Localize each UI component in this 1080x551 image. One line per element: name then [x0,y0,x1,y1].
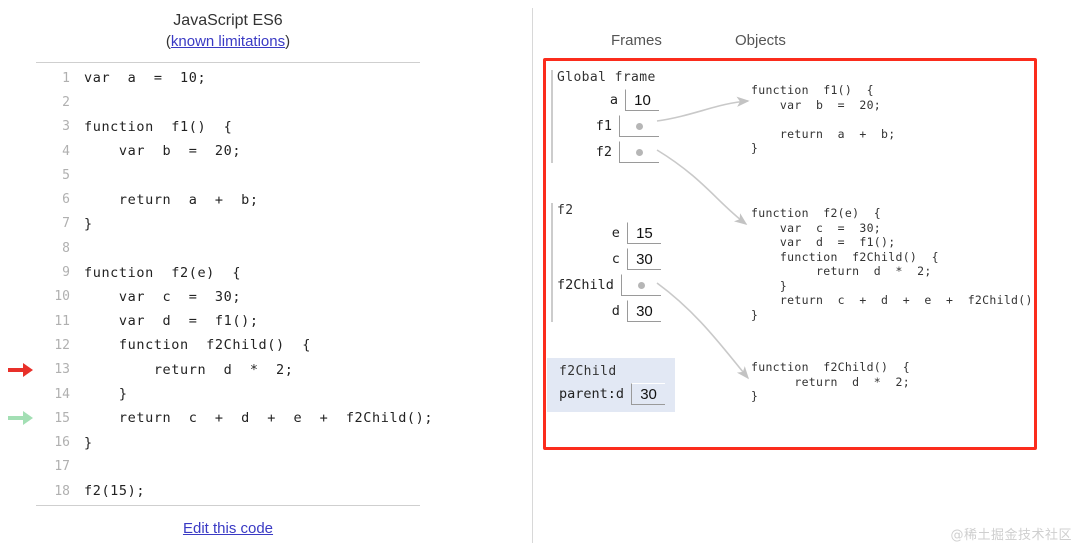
line-number: 14 [54,386,70,402]
code-line[interactable]: 3 function f1() { [36,115,436,139]
code-line[interactable]: 12 function f2Child() { [36,333,436,357]
line-code-text: return a + b; [84,191,259,208]
app-root: JavaScript ES6 (known limitations) 1 var … [0,0,1080,551]
line-code-text: } [84,386,128,402]
line-code-text: var c = 30; [84,288,242,305]
line-number: 10 [54,289,70,305]
line-code-text: function f2Child() { [84,337,311,354]
next-line-arrow-icon [8,411,34,426]
code-line[interactable]: 11 var d = f1(); [36,309,436,333]
code-line[interactable]: 10 var c = 30; [36,285,436,309]
code-line[interactable]: 16} [36,430,436,454]
divider-bottom [36,505,420,506]
line-code-text: function f2(e) { [84,264,242,281]
line-code-text: function f1() { [84,118,233,135]
line-number: 6 [62,192,70,208]
code-panel: JavaScript ES6 (known limitations) 1 var … [0,0,532,551]
frames-header: Frames [611,32,662,49]
line-number: 8 [62,240,70,256]
line-code-text: return d * 2; [84,361,294,378]
code-line[interactable]: 4 var b = 20; [36,139,436,163]
line-number: 16 [54,435,70,451]
current-line-arrow-icon [8,362,34,377]
line-number: 1 [62,70,70,86]
known-limitations-link[interactable]: known limitations [171,33,285,50]
line-number: 9 [62,265,70,281]
code-line[interactable]: 17 [36,455,436,479]
paren-close: ) [285,33,291,50]
line-code-text: f2(15); [84,483,146,500]
code-line[interactable]: 7} [36,212,436,236]
line-number: 4 [62,143,70,159]
code-listing[interactable]: 1 var a = 10; 2 3 function f1() { 4 var b = 2… [8,66,436,503]
code-line[interactable]: 8 [36,236,436,260]
line-number: 13 [54,362,70,378]
code-line[interactable]: 1 var a = 10; [36,66,436,90]
code-line[interactable]: 5 [36,163,436,187]
line-number: 12 [54,337,70,353]
line-number: 17 [54,459,70,475]
watermark: @稀土掘金技术社区 [950,528,1072,543]
line-code-text: } [84,434,93,451]
line-code-text: return c + d + e + f2Child(); [84,410,434,427]
code-line[interactable]: 14 } [36,382,436,406]
line-number: 3 [62,119,70,135]
code-line[interactable]: 9 function f2(e) { [36,260,436,284]
divider-top [36,62,420,63]
line-number: 11 [54,313,70,329]
line-code-text: } [84,215,93,232]
edit-this-code-link[interactable]: Edit this code [0,520,456,537]
line-code-text: var d = f1(); [84,313,259,330]
line-number: 15 [54,410,70,426]
code-line[interactable]: 15 return c + d + e + f2Child(); [8,406,436,430]
line-code-text: var b = 20; [84,143,242,160]
line-code-text: var a = 10; [84,70,207,87]
code-line[interactable]: 2 [36,90,436,114]
visualizer-panel: Frames Objects Global frame a 10 f1 f2 f2 e 15 c… [533,0,1080,551]
known-limitations-line: (known limitations) [0,31,456,52]
line-number: 5 [62,167,70,183]
line-number: 7 [62,216,70,232]
code-line[interactable]: 18 f2(15); [36,479,436,503]
line-number: 18 [54,483,70,499]
objects-header: Objects [735,32,786,49]
code-line[interactable]: 6 return a + b; [36,187,436,211]
page-title: JavaScript ES6 [173,12,283,29]
highlight-region-border [543,58,1037,450]
line-number: 2 [62,94,70,110]
code-line[interactable]: 13 return d * 2; [8,358,436,382]
